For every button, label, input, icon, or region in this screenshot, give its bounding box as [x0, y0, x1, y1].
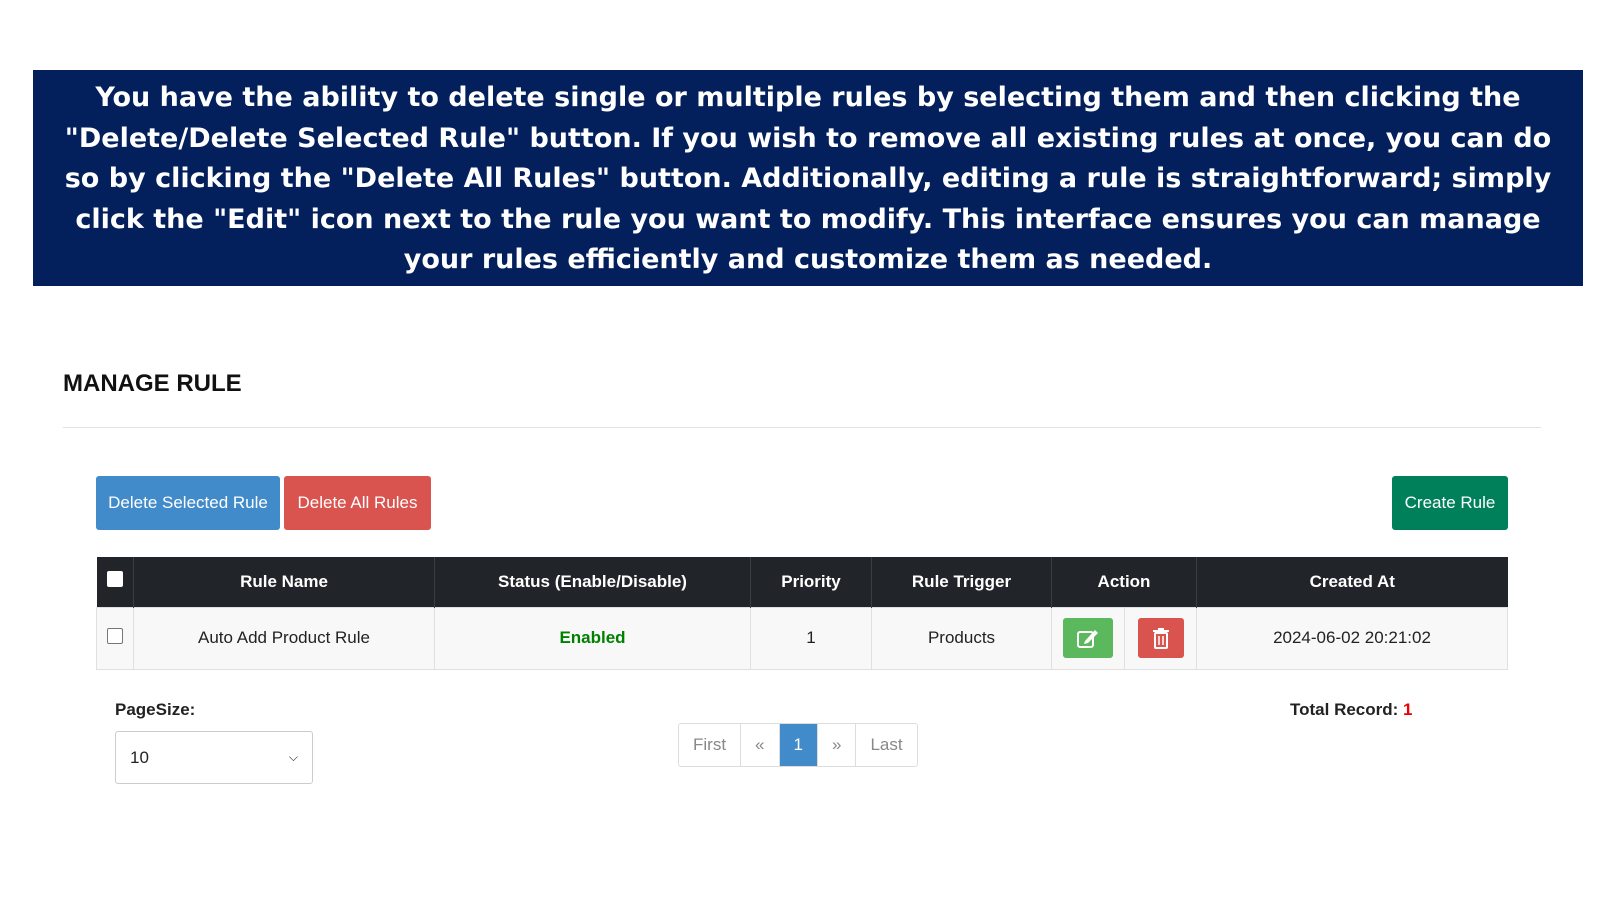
chevron-down-icon: ⌵: [288, 750, 298, 764]
table-row: Auto Add Product Rule Enabled 1 Products…: [96, 606, 1508, 670]
table-header: Rule Name Status (Enable/Disable) Priori…: [96, 557, 1508, 607]
col-status: Status (Enable/Disable): [434, 557, 751, 607]
status: Enabled: [434, 606, 751, 670]
pagination: First « 1 » Last: [678, 723, 918, 767]
page-next[interactable]: »: [816, 724, 855, 766]
info-banner: You have the ability to delete single or…: [33, 70, 1583, 286]
created-at: 2024-06-02 20:21:02: [1196, 606, 1508, 670]
page-prev[interactable]: «: [740, 724, 778, 766]
page-1[interactable]: 1: [778, 724, 817, 766]
rules-table: Rule Name Status (Enable/Disable) Priori…: [96, 557, 1508, 670]
col-action: Action: [1051, 557, 1197, 607]
row-checkbox[interactable]: [107, 627, 123, 644]
delete-selected-button[interactable]: Delete Selected Rule: [96, 476, 280, 530]
create-rule-button[interactable]: Create Rule: [1392, 476, 1508, 530]
rule-trigger: Products: [871, 606, 1052, 670]
delete-all-button[interactable]: Delete All Rules: [284, 476, 431, 530]
select-all-checkbox[interactable]: [106, 571, 123, 588]
priority: 1: [750, 606, 872, 670]
col-priority: Priority: [750, 557, 872, 607]
pagesize-value: 10: [130, 747, 149, 767]
col-rule-name: Rule Name: [133, 557, 435, 607]
edit-button[interactable]: [1063, 618, 1113, 658]
edit-icon: [1077, 630, 1098, 648]
col-created: Created At: [1196, 557, 1508, 607]
page-last[interactable]: Last: [855, 724, 916, 766]
page-title: MANAGE RULE: [63, 370, 242, 397]
total-record: Total Record: 1: [1290, 700, 1413, 720]
delete-button[interactable]: [1137, 618, 1184, 658]
rule-name: Auto Add Product Rule: [133, 606, 435, 670]
total-value: 1: [1403, 700, 1413, 719]
divider: [63, 427, 1541, 428]
total-label: Total Record:: [1290, 700, 1399, 719]
col-trigger: Rule Trigger: [871, 557, 1052, 607]
pagesize-label: PageSize:: [115, 700, 196, 719]
page-first[interactable]: First: [679, 724, 740, 766]
trash-icon: [1152, 628, 1169, 649]
pagesize-select[interactable]: 10 ⌵: [115, 731, 313, 784]
